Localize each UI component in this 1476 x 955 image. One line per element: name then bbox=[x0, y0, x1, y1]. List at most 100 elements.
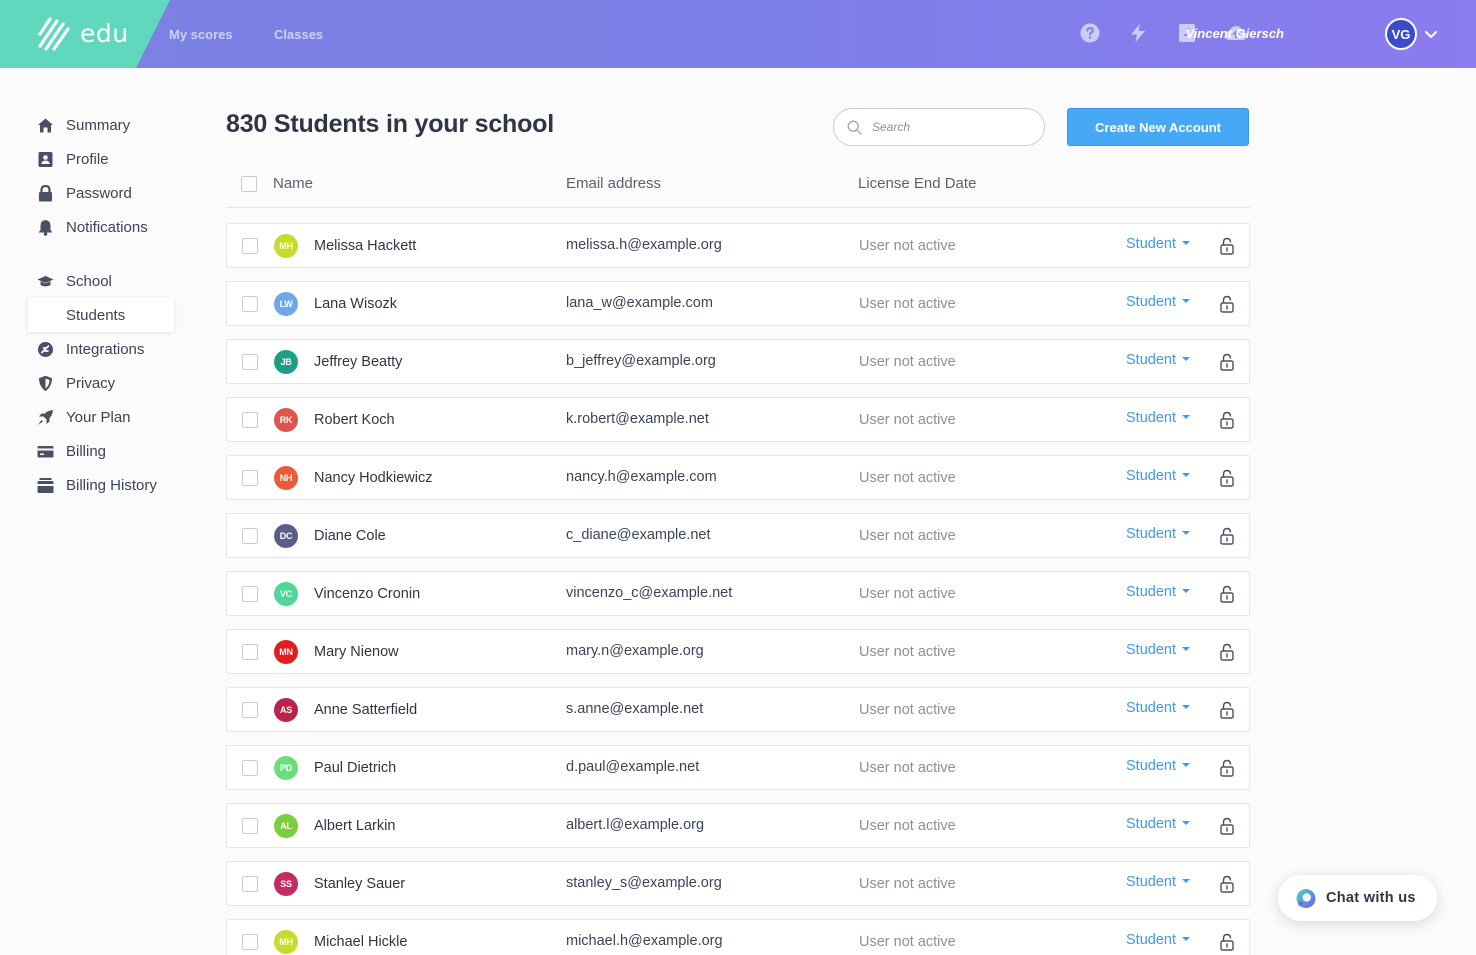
row-checkbox[interactable] bbox=[242, 412, 258, 428]
nav-classes[interactable]: Classes bbox=[274, 27, 323, 42]
role-dropdown[interactable]: Student bbox=[1126, 294, 1190, 310]
sidebar-item-privacy[interactable]: Privacy bbox=[28, 366, 178, 400]
role-dropdown[interactable]: Student bbox=[1126, 700, 1190, 716]
table-row[interactable]: AL Albert Larkin albert.l@example.org User … bbox=[226, 803, 1250, 848]
nav-my-scores[interactable]: My scores bbox=[169, 27, 233, 42]
avatar: LW bbox=[274, 292, 298, 316]
avatar: DC bbox=[274, 524, 298, 548]
student-name[interactable]: Anne Satterfield bbox=[314, 702, 417, 718]
license-status: User not active bbox=[859, 296, 956, 312]
sidebar-item-integrations[interactable]: Integrations bbox=[28, 332, 178, 366]
student-name[interactable]: Nancy Hodkiewicz bbox=[314, 470, 432, 486]
student-name[interactable]: Stanley Sauer bbox=[314, 876, 405, 892]
row-checkbox[interactable] bbox=[242, 528, 258, 544]
lock-icon[interactable] bbox=[1219, 237, 1235, 255]
role-dropdown[interactable]: Student bbox=[1126, 874, 1190, 890]
student-name[interactable]: Albert Larkin bbox=[314, 818, 395, 834]
row-checkbox[interactable] bbox=[242, 238, 258, 254]
table-row[interactable]: AS Anne Satterfield s.anne@example.net User… bbox=[226, 687, 1250, 732]
sidebar-item-password[interactable]: Password bbox=[28, 176, 178, 210]
lock-icon[interactable] bbox=[1219, 701, 1235, 719]
lock-icon[interactable] bbox=[1219, 585, 1235, 603]
table-row[interactable]: MH Michael Hickle michael.h@example.org Use… bbox=[226, 919, 1250, 955]
sidebar-item-notifications[interactable]: Notifications bbox=[28, 210, 178, 244]
sidebar-item-label: Profile bbox=[66, 150, 109, 168]
sidebar-item-profile[interactable]: Profile bbox=[28, 142, 178, 176]
help-icon[interactable] bbox=[1079, 22, 1101, 44]
student-name[interactable]: Vincenzo Cronin bbox=[314, 586, 420, 602]
column-header-email[interactable]: Email address bbox=[566, 175, 661, 192]
role-dropdown[interactable]: Student bbox=[1126, 410, 1190, 426]
row-checkbox[interactable] bbox=[242, 644, 258, 660]
lock-icon[interactable] bbox=[1219, 759, 1235, 777]
student-email: mary.n@example.org bbox=[566, 643, 704, 659]
sidebar-item-school[interactable]: School bbox=[28, 264, 178, 298]
select-all-checkbox[interactable] bbox=[241, 176, 257, 192]
student-name[interactable]: Michael Hickle bbox=[314, 934, 407, 950]
create-new-account-button[interactable]: Create New Account bbox=[1067, 108, 1249, 146]
row-checkbox[interactable] bbox=[242, 702, 258, 718]
lock-icon[interactable] bbox=[1219, 875, 1235, 893]
chevron-down-icon[interactable] bbox=[1424, 28, 1438, 40]
sidebar-item-students[interactable]: Students bbox=[28, 298, 174, 332]
user-avatar[interactable]: VG bbox=[1385, 18, 1417, 50]
lock-icon[interactable] bbox=[1219, 411, 1235, 429]
row-checkbox[interactable] bbox=[242, 934, 258, 950]
lock-icon[interactable] bbox=[1219, 295, 1235, 313]
row-checkbox[interactable] bbox=[242, 876, 258, 892]
table-row[interactable]: MH Melissa Hackett melissa.h@example.org Us… bbox=[226, 223, 1250, 268]
search-input[interactable] bbox=[872, 117, 1032, 137]
sidebar-item-billing-history[interactable]: Billing History bbox=[28, 468, 178, 502]
table-row[interactable]: VC Vincenzo Cronin vincenzo_c@example.net U… bbox=[226, 571, 1250, 616]
table-row[interactable]: PD Paul Dietrich d.paul@example.net User no… bbox=[226, 745, 1250, 790]
role-dropdown[interactable]: Student bbox=[1126, 526, 1190, 542]
row-checkbox[interactable] bbox=[242, 818, 258, 834]
user-name[interactable]: Vincent Giersch bbox=[1186, 26, 1285, 41]
student-name[interactable]: Jeffrey Beatty bbox=[314, 354, 402, 370]
lock-icon[interactable] bbox=[1219, 469, 1235, 487]
row-checkbox[interactable] bbox=[242, 470, 258, 486]
table-row[interactable]: JB Jeffrey Beatty b_jeffrey@example.org Use… bbox=[226, 339, 1250, 384]
lock-icon[interactable] bbox=[1219, 527, 1235, 545]
row-checkbox[interactable] bbox=[242, 760, 258, 776]
lock-icon[interactable] bbox=[1219, 353, 1235, 371]
puzzle-icon bbox=[38, 342, 53, 357]
role-dropdown[interactable]: Student bbox=[1126, 642, 1190, 658]
chat-with-us-button[interactable]: Chat with us bbox=[1278, 875, 1437, 921]
search-box[interactable] bbox=[833, 108, 1045, 146]
lock-icon[interactable] bbox=[1219, 643, 1235, 661]
logo[interactable]: edu bbox=[0, 0, 170, 68]
table-row[interactable]: DC Diane Cole c_diane@example.net User not … bbox=[226, 513, 1250, 558]
table-row[interactable]: RK Robert Koch k.robert@example.net User no… bbox=[226, 397, 1250, 442]
student-name[interactable]: Melissa Hackett bbox=[314, 238, 416, 254]
table-row[interactable]: NH Nancy Hodkiewicz nancy.h@example.com Use… bbox=[226, 455, 1250, 500]
table-row[interactable]: SS Stanley Sauer stanley_s@example.org User… bbox=[226, 861, 1250, 906]
table-row[interactable]: LW Lana Wisozk lana_w@example.com User not … bbox=[226, 281, 1250, 326]
caret-down-icon bbox=[1182, 821, 1190, 826]
role-dropdown[interactable]: Student bbox=[1126, 816, 1190, 832]
lock-icon[interactable] bbox=[1219, 817, 1235, 835]
student-name[interactable]: Robert Koch bbox=[314, 412, 395, 428]
role-dropdown[interactable]: Student bbox=[1126, 468, 1190, 484]
student-name[interactable]: Mary Nienow bbox=[314, 644, 399, 660]
student-name[interactable]: Paul Dietrich bbox=[314, 760, 396, 776]
lock-icon[interactable] bbox=[1219, 933, 1235, 951]
column-header-license-end-date[interactable]: License End Date bbox=[858, 175, 976, 192]
sidebar-item-your-plan[interactable]: Your Plan bbox=[28, 400, 178, 434]
row-checkbox[interactable] bbox=[242, 354, 258, 370]
role-label: Student bbox=[1126, 642, 1176, 658]
sidebar-item-summary[interactable]: Summary bbox=[28, 108, 178, 142]
table-row[interactable]: MN Mary Nienow mary.n@example.org User not … bbox=[226, 629, 1250, 674]
role-dropdown[interactable]: Student bbox=[1126, 584, 1190, 600]
role-dropdown[interactable]: Student bbox=[1126, 758, 1190, 774]
column-header-name[interactable]: Name bbox=[273, 175, 313, 192]
student-name[interactable]: Diane Cole bbox=[314, 528, 386, 544]
role-dropdown[interactable]: Student bbox=[1126, 236, 1190, 252]
sidebar-item-billing[interactable]: Billing bbox=[28, 434, 178, 468]
row-checkbox[interactable] bbox=[242, 296, 258, 312]
bolt-icon[interactable] bbox=[1127, 22, 1149, 44]
role-dropdown[interactable]: Student bbox=[1126, 932, 1190, 948]
role-dropdown[interactable]: Student bbox=[1126, 352, 1190, 368]
row-checkbox[interactable] bbox=[242, 586, 258, 602]
student-name[interactable]: Lana Wisozk bbox=[314, 296, 397, 312]
